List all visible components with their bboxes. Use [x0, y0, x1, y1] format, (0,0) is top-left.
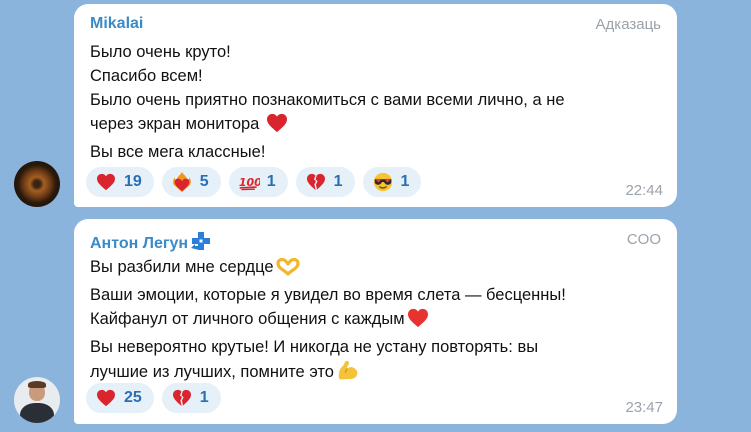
reaction-chip[interactable]: 1	[362, 167, 422, 197]
message-line: Вы все мега классные!	[90, 143, 266, 161]
message-line: Вы разбили мне сердце	[90, 255, 661, 283]
reaction-count: 1	[266, 173, 276, 190]
hundred-points-icon: 100	[238, 171, 260, 193]
red-heart-icon	[407, 308, 429, 335]
message-line-text: Вы разбили мне сердце	[90, 258, 274, 276]
reaction-count: 19	[124, 173, 142, 190]
reactions-bar: 19 5 100 1 1 1	[86, 167, 422, 197]
reaction-count: 1	[333, 173, 343, 190]
message-line-text: Кайфанул от личного общения с каждым	[90, 310, 405, 328]
message-line: Было очень круто!	[90, 43, 231, 61]
sender-name[interactable]: Mikalai	[90, 15, 143, 33]
message-line: Вы невероятно крутые! И никогда не устан…	[90, 338, 539, 356]
avatar-body	[20, 403, 54, 423]
message-bubble-1[interactable]: Mikalai Адказаць Было очень круто! Спаси…	[74, 4, 677, 207]
reaction-count: 1	[400, 173, 410, 190]
sender-name: Антон Легун	[90, 235, 189, 252]
broken-heart-icon	[171, 387, 193, 409]
red-heart-icon	[95, 387, 117, 409]
reactions-bar: 25 1	[86, 383, 221, 413]
reaction-chip[interactable]: 25	[86, 383, 154, 413]
avatar-anton-legun[interactable]	[14, 377, 60, 423]
reaction-count: 5	[199, 173, 209, 190]
heart-eyes-sunglasses-icon	[372, 171, 394, 193]
heart-on-fire-icon	[171, 171, 193, 193]
reaction-count: 1	[199, 389, 209, 406]
heart-hands-icon	[276, 257, 300, 283]
avatar-mikalai[interactable]	[14, 161, 60, 207]
message-line: через экран монитора	[90, 112, 661, 140]
message-line: Кайфанул от личного общения с каждым	[90, 307, 661, 335]
message-text: Было очень круто! Спасибо всем! Было оче…	[90, 40, 661, 164]
reaction-chip[interactable]: 1	[161, 383, 221, 413]
member-tag: COO	[626, 231, 661, 248]
message-time: 23:47	[625, 399, 663, 416]
reaction-chip[interactable]: 19	[86, 167, 154, 197]
message-line: Ваши эмоции, которые я увидел во время с…	[90, 286, 566, 304]
avatar-hair	[28, 381, 46, 388]
reaction-chip[interactable]: 100 1	[228, 167, 288, 197]
message-bubble-2[interactable]: Антон Легун COO Вы разбили мне сердце Ва…	[74, 219, 677, 424]
message-text: Вы разбили мне сердце Ваши эмоции, котор…	[90, 255, 661, 388]
red-heart-icon	[266, 113, 288, 140]
message-line: Спасибо всем!	[90, 67, 203, 85]
reaction-chip[interactable]: 1	[295, 167, 355, 197]
broken-heart-icon	[305, 171, 327, 193]
sparkle-cross-icon	[189, 230, 215, 257]
red-heart-icon	[95, 171, 117, 193]
message-line-text: лучшие из лучших, помните это	[90, 363, 334, 381]
reaction-chip[interactable]: 5	[161, 167, 221, 197]
member-tag: Адказаць	[595, 16, 661, 33]
message-line-text: через экран монитора	[90, 115, 260, 133]
message-line: Было очень приятно познакомиться с вами …	[90, 91, 565, 109]
flexed-biceps-icon	[336, 359, 360, 388]
reaction-count: 25	[124, 389, 142, 406]
sender-name-row[interactable]: Антон Легун	[90, 230, 215, 257]
message-time: 22:44	[625, 182, 663, 199]
